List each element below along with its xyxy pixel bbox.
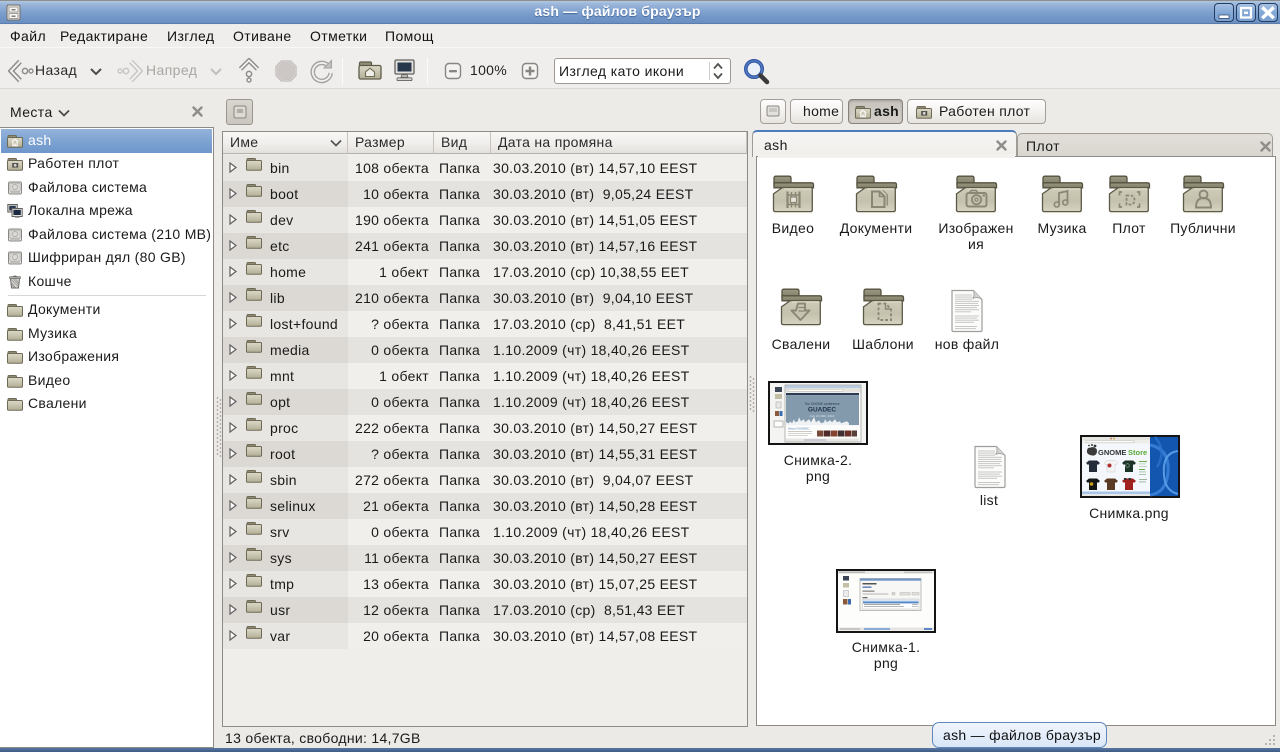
- svg-text:GUADEC: GUADEC: [808, 407, 836, 414]
- svg-text:Store: Store: [1128, 448, 1147, 457]
- svg-text:About GUADEC: About GUADEC: [788, 427, 810, 431]
- svg-text:July 24-30th, 2010: July 24-30th, 2010: [810, 414, 835, 418]
- svg-text:GNOME: GNOME: [1098, 448, 1126, 457]
- svg-text:The GNOME conference: The GNOME conference: [804, 402, 839, 406]
